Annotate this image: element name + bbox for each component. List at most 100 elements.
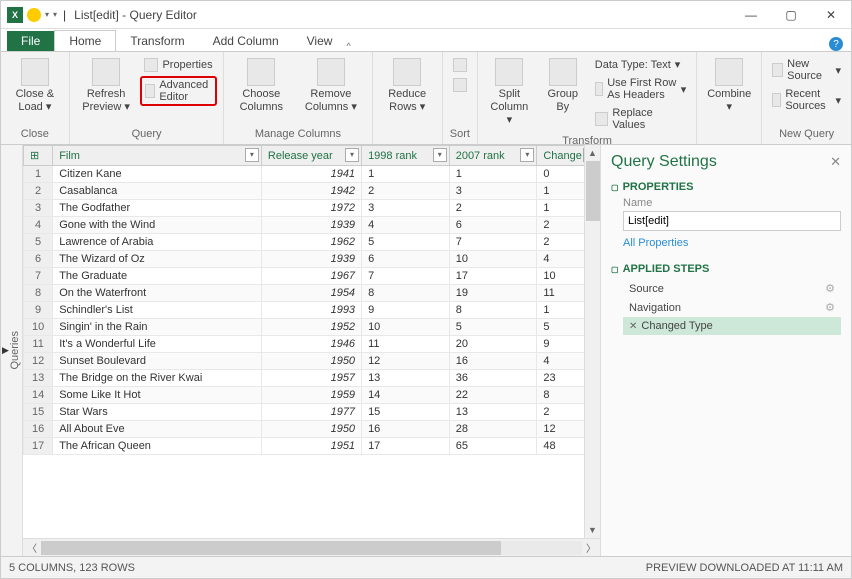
cell[interactable]: 1 — [362, 166, 450, 183]
refresh-preview-button[interactable]: Refresh Preview ▾ — [76, 56, 137, 116]
table-row[interactable]: 17The African Queen1951176548 — [24, 438, 600, 455]
table-row[interactable]: 12Sunset Boulevard195012164 — [24, 353, 600, 370]
filter-dropdown-icon[interactable]: ▾ — [345, 148, 359, 162]
filter-dropdown-icon[interactable]: ▾ — [245, 148, 259, 162]
cell[interactable]: 7 — [362, 268, 450, 285]
cell[interactable]: Sunset Boulevard — [53, 353, 262, 370]
cell[interactable]: 6 — [362, 251, 450, 268]
new-source-button[interactable]: New Source ▾ — [768, 56, 845, 84]
cell[interactable]: 1941 — [261, 166, 361, 183]
cell[interactable]: 65 — [449, 438, 537, 455]
cell[interactable]: 3 — [362, 200, 450, 217]
cell[interactable]: 28 — [449, 421, 537, 438]
sort-desc-button[interactable] — [449, 76, 471, 94]
table-row[interactable]: 10Singin' in the Rain19521055 — [24, 319, 600, 336]
cell[interactable]: 2 — [362, 183, 450, 200]
table-row[interactable]: 3The Godfather1972321 — [24, 200, 600, 217]
replace-values-button[interactable]: Replace Values — [591, 105, 690, 133]
qat-dropdown-icon[interactable]: ▾ — [45, 10, 49, 19]
cell[interactable]: The Godfather — [53, 200, 262, 217]
group-by-button[interactable]: Group By — [539, 56, 587, 116]
column-header[interactable]: 1998 rank▾ — [362, 146, 450, 166]
cell[interactable]: 1967 — [261, 268, 361, 285]
minimize-button[interactable]: — — [731, 1, 771, 29]
view-tab[interactable]: View — [293, 31, 347, 51]
cell[interactable]: Singin' in the Rain — [53, 319, 262, 336]
first-row-headers-button[interactable]: Use First Row As Headers ▾ — [591, 75, 690, 103]
maximize-button[interactable]: ▢ — [771, 1, 811, 29]
cell[interactable]: The Wizard of Oz — [53, 251, 262, 268]
horizontal-scrollbar[interactable]: 〈 〉 — [23, 538, 600, 556]
table-row[interactable]: 11It's a Wonderful Life194611209 — [24, 336, 600, 353]
table-row[interactable]: 16All About Eve1950162812 — [24, 421, 600, 438]
cell[interactable]: 1993 — [261, 302, 361, 319]
cell[interactable]: 3 — [449, 183, 537, 200]
cell[interactable]: 2 — [449, 200, 537, 217]
table-row[interactable]: 13The Bridge on the River Kwai1957133623 — [24, 370, 600, 387]
cell[interactable]: 1952 — [261, 319, 361, 336]
queries-pane-collapsed[interactable]: ▶ Queries — [1, 145, 23, 556]
cell[interactable]: Lawrence of Arabia — [53, 234, 262, 251]
table-row[interactable]: 7The Graduate196771710 — [24, 268, 600, 285]
cell[interactable]: Schindler's List — [53, 302, 262, 319]
vertical-scrollbar[interactable]: ▲ ▼ — [584, 145, 600, 538]
cell[interactable]: 20 — [449, 336, 537, 353]
table-row[interactable]: 15Star Wars197715132 — [24, 404, 600, 421]
all-properties-link[interactable]: All Properties — [623, 237, 841, 249]
cell[interactable]: 1 — [449, 166, 537, 183]
cell[interactable]: Some Like It Hot — [53, 387, 262, 404]
cell[interactable]: 1977 — [261, 404, 361, 421]
cell[interactable]: 9 — [362, 302, 450, 319]
filter-dropdown-icon[interactable]: ▾ — [520, 148, 534, 162]
cell[interactable]: 5 — [362, 234, 450, 251]
cell[interactable]: 13 — [449, 404, 537, 421]
cell[interactable]: 6 — [449, 217, 537, 234]
cell[interactable]: 5 — [449, 319, 537, 336]
scroll-right-icon[interactable]: 〉 — [582, 540, 600, 555]
cell[interactable]: 11 — [362, 336, 450, 353]
reduce-rows-button[interactable]: Reduce Rows ▾ — [379, 56, 436, 116]
filter-dropdown-icon[interactable]: ▾ — [433, 148, 447, 162]
cell[interactable]: 8 — [449, 302, 537, 319]
scroll-thumb[interactable] — [586, 161, 600, 221]
qat-customize-icon[interactable]: ▾ — [53, 10, 57, 19]
table-row[interactable]: 2Casablanca1942231 — [24, 183, 600, 200]
applied-step[interactable]: ✕Changed Type — [623, 317, 841, 335]
cell[interactable]: Star Wars — [53, 404, 262, 421]
cell[interactable]: The Graduate — [53, 268, 262, 285]
cell[interactable]: 1954 — [261, 285, 361, 302]
cell[interactable]: 22 — [449, 387, 537, 404]
combine-button[interactable]: Combine ▾ — [703, 56, 755, 116]
cell[interactable]: 1972 — [261, 200, 361, 217]
cell[interactable]: 1957 — [261, 370, 361, 387]
cell[interactable]: On the Waterfront — [53, 285, 262, 302]
split-column-button[interactable]: Split Column ▾ — [484, 56, 535, 130]
hscroll-thumb[interactable] — [41, 541, 501, 555]
choose-columns-button[interactable]: Choose Columns — [230, 56, 292, 116]
cell[interactable]: 16 — [362, 421, 450, 438]
cell[interactable]: 1950 — [261, 353, 361, 370]
applied-step[interactable]: Source⚙ — [623, 279, 841, 298]
cell[interactable]: 8 — [362, 285, 450, 302]
remove-columns-button[interactable]: Remove Columns ▾ — [296, 56, 365, 116]
table-row[interactable]: 1Citizen Kane1941110 — [24, 166, 600, 183]
cell[interactable]: 1946 — [261, 336, 361, 353]
help-icon[interactable]: ? — [829, 37, 843, 51]
cell[interactable]: The Bridge on the River Kwai — [53, 370, 262, 387]
collapse-properties-icon[interactable]: ▢ — [611, 183, 619, 192]
cell[interactable]: 1939 — [261, 251, 361, 268]
cell[interactable]: 19 — [449, 285, 537, 302]
table-row[interactable]: 4Gone with the Wind1939462 — [24, 217, 600, 234]
cell[interactable]: 15 — [362, 404, 450, 421]
expand-queries-icon[interactable]: ▶ — [2, 345, 9, 356]
column-header[interactable]: Release year▾ — [261, 146, 361, 166]
cell[interactable]: All About Eve — [53, 421, 262, 438]
cell[interactable]: 1939 — [261, 217, 361, 234]
table-row[interactable]: 14Some Like It Hot195914228 — [24, 387, 600, 404]
cell[interactable]: 1951 — [261, 438, 361, 455]
collapse-steps-icon[interactable]: ▢ — [611, 265, 619, 274]
table-row[interactable]: 5Lawrence of Arabia1962572 — [24, 234, 600, 251]
column-header[interactable]: Film▾ — [53, 146, 262, 166]
gear-icon[interactable]: ⚙ — [825, 301, 835, 314]
transform-tab[interactable]: Transform — [116, 31, 198, 51]
